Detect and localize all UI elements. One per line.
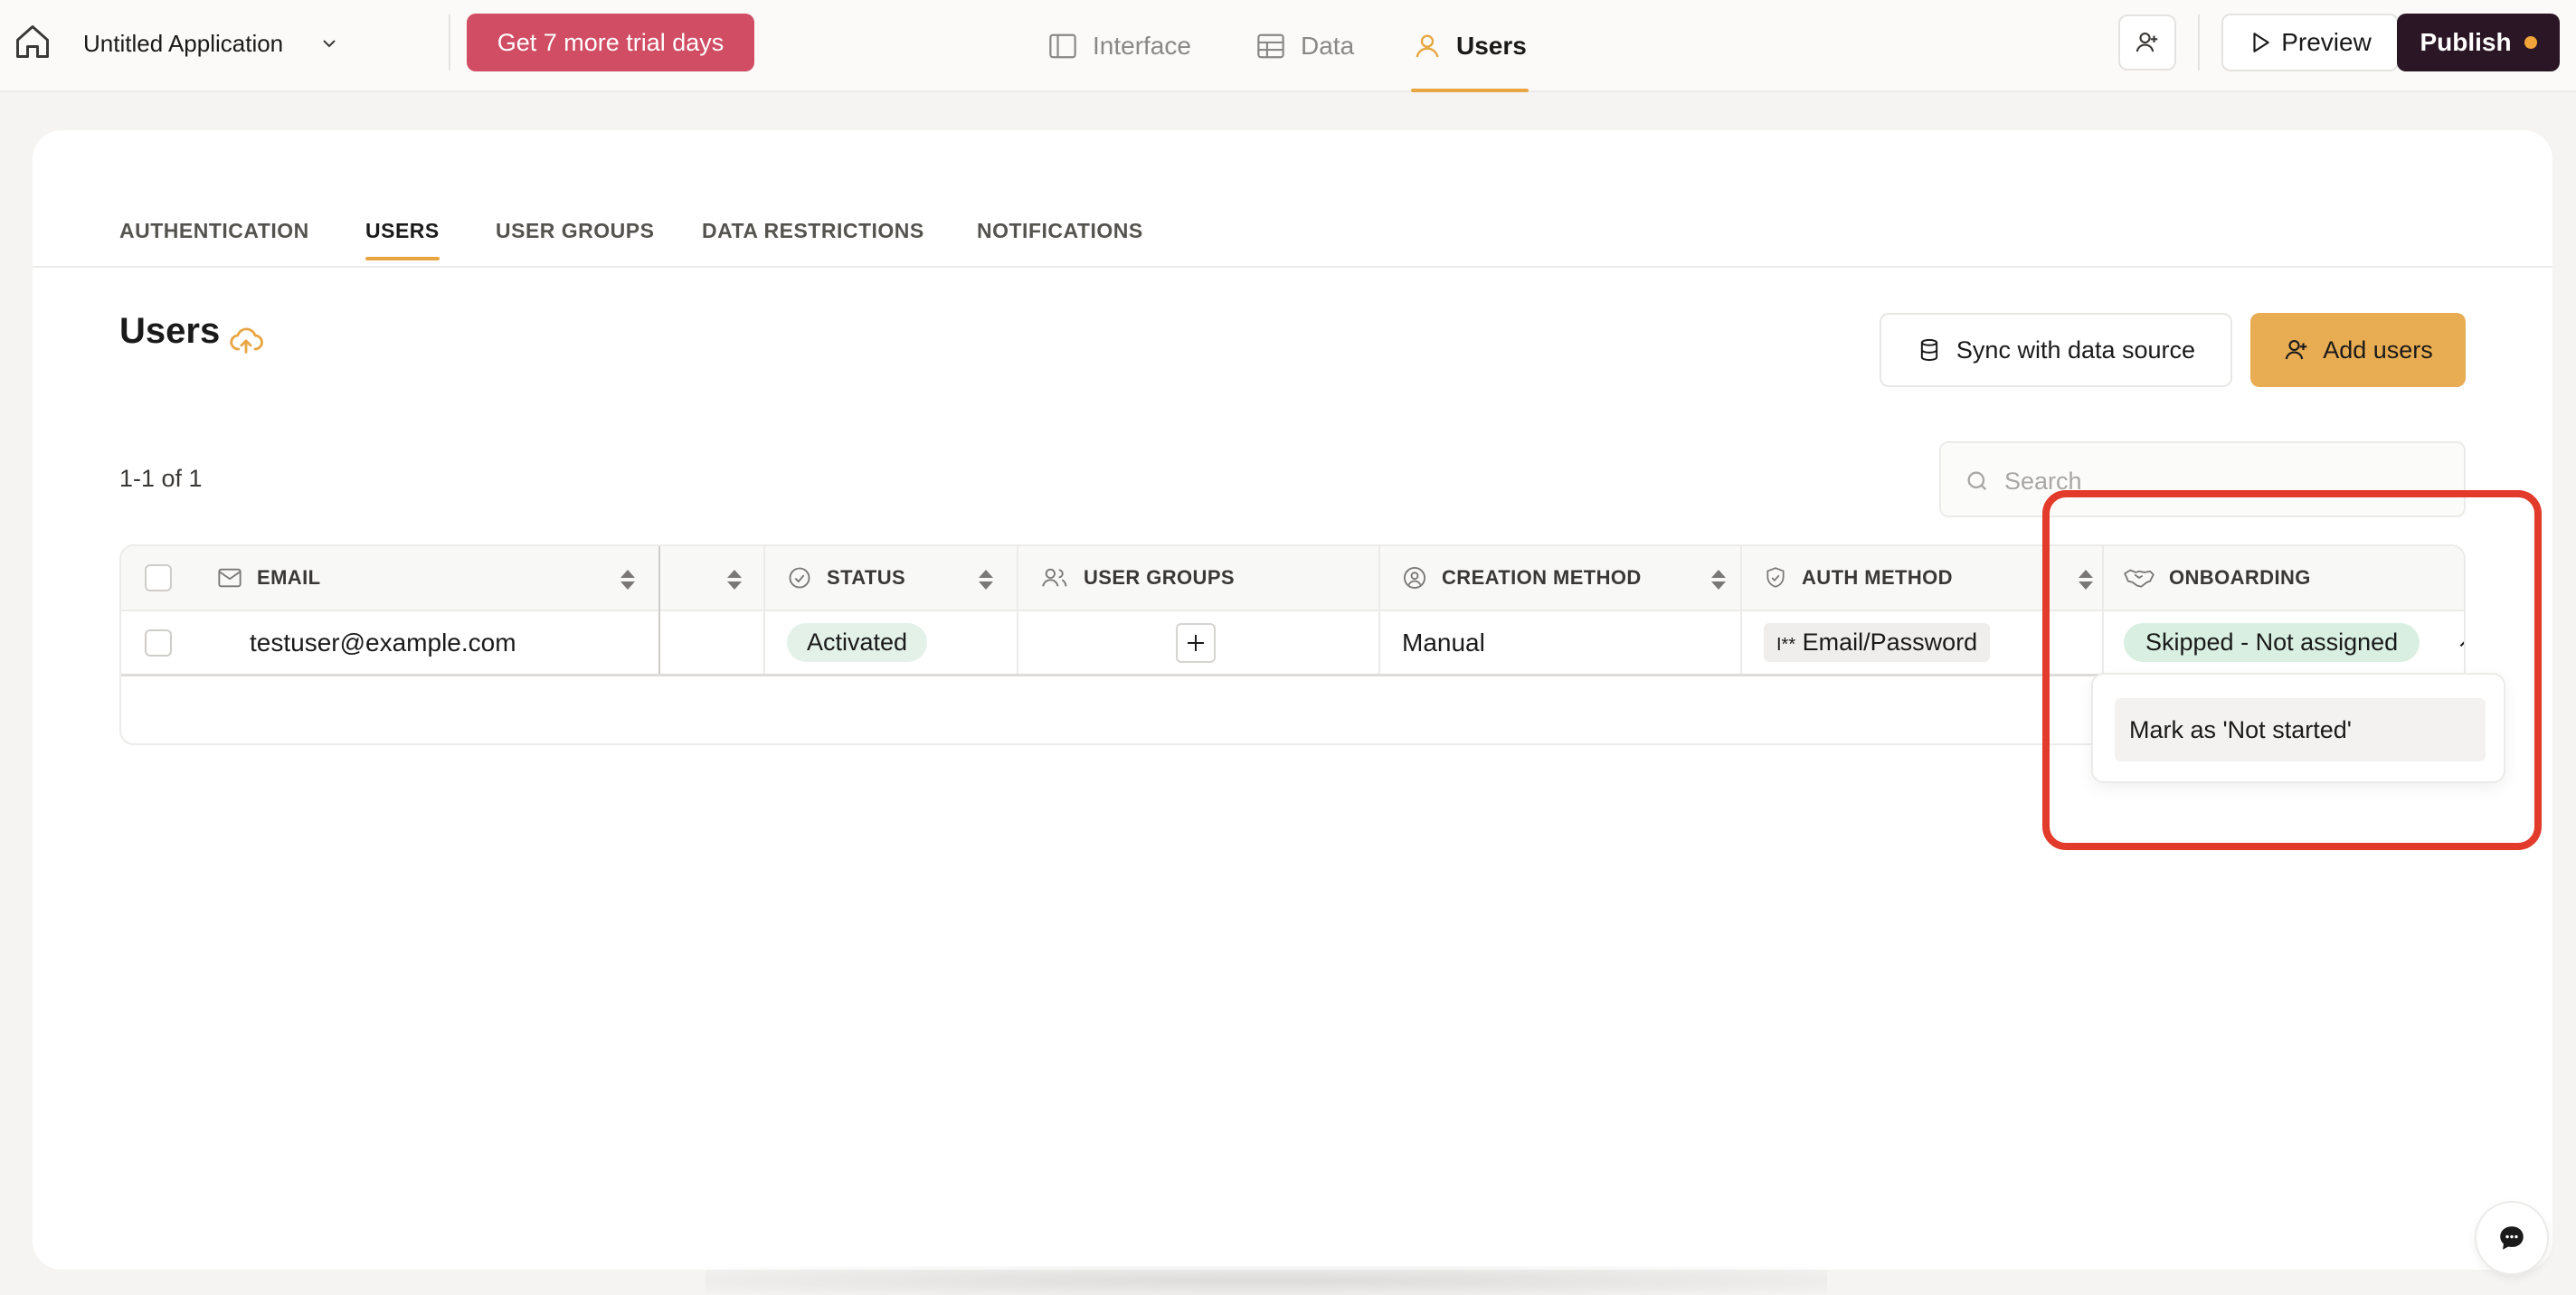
tab-notifications[interactable]: NOTIFICATIONS bbox=[977, 219, 1143, 243]
auth-method-badge: I** Email/Password bbox=[1764, 623, 1991, 662]
table-icon bbox=[1257, 33, 1284, 59]
tab-users-settings-label: USERS bbox=[365, 219, 440, 242]
column-user-groups-label: USER GROUPS bbox=[1084, 566, 1235, 589]
database-icon bbox=[1920, 338, 1938, 362]
sort-icon[interactable] bbox=[619, 568, 637, 591]
tab-interface-label: Interface bbox=[1093, 32, 1191, 60]
cloud-upload-icon bbox=[228, 322, 264, 358]
shield-icon bbox=[1766, 567, 1785, 588]
layout-icon bbox=[1049, 33, 1076, 59]
add-users-label: Add users bbox=[2323, 336, 2433, 364]
user-gear-icon bbox=[1403, 566, 1426, 590]
trial-button[interactable]: Get 7 more trial days bbox=[467, 14, 754, 71]
tab-users[interactable]: Users bbox=[1411, 0, 1529, 92]
tab-users-settings[interactable]: USERS bbox=[365, 219, 440, 260]
select-all-cell bbox=[145, 546, 172, 610]
scroll-shadow bbox=[706, 1266, 1827, 1295]
user-plus-icon bbox=[2285, 339, 2307, 360]
highlight-box bbox=[2042, 490, 2542, 850]
tab-data[interactable]: Data bbox=[1255, 0, 1354, 92]
tab-users-label: Users bbox=[1456, 32, 1527, 60]
auth-method-label: Email/Password bbox=[1802, 629, 1978, 656]
active-tab-underline bbox=[1411, 89, 1529, 92]
column-email-label: EMAIL bbox=[257, 566, 321, 589]
chat-button[interactable] bbox=[2475, 1201, 2549, 1275]
publish-button[interactable]: Publish bbox=[2397, 14, 2560, 71]
tab-interface[interactable]: Interface bbox=[1047, 0, 1191, 92]
divider bbox=[2198, 14, 2200, 71]
preview-label: Preview bbox=[2281, 28, 2372, 56]
publish-label: Publish bbox=[2420, 28, 2512, 56]
column-hidden bbox=[660, 546, 743, 610]
row-select-cell bbox=[145, 611, 172, 674]
user-groups-cell bbox=[1176, 611, 1216, 674]
page-title: Users bbox=[119, 311, 221, 351]
chevron-down-icon[interactable] bbox=[318, 33, 340, 54]
email-cell[interactable]: testuser@example.com bbox=[250, 611, 516, 674]
tab-data-restrictions[interactable]: DATA RESTRICTIONS bbox=[702, 219, 924, 243]
creation-method-cell: Manual bbox=[1402, 628, 1485, 657]
auth-method-cell: I** Email/Password bbox=[1764, 611, 1991, 674]
column-status[interactable]: STATUS bbox=[787, 546, 995, 610]
column-creation-method-label: CREATION METHOD bbox=[1442, 566, 1642, 589]
row-checkbox[interactable] bbox=[145, 629, 172, 657]
column-user-groups[interactable]: USER GROUPS bbox=[1040, 546, 1375, 610]
column-creation-method[interactable]: CREATION METHOD bbox=[1402, 546, 1728, 610]
select-all-checkbox[interactable] bbox=[145, 564, 172, 591]
preview-button[interactable]: Preview bbox=[2221, 14, 2399, 71]
sort-icon[interactable] bbox=[725, 568, 743, 591]
invite-user-button[interactable] bbox=[2118, 14, 2176, 71]
user-icon bbox=[1416, 34, 1439, 58]
active-subtab-underline bbox=[365, 257, 440, 260]
add-group-button[interactable] bbox=[1176, 622, 1216, 663]
chat-icon bbox=[2500, 1226, 2524, 1250]
password-icon: I** bbox=[1776, 635, 1796, 655]
unpublished-dot bbox=[2524, 36, 2537, 49]
column-auth-method-label: AUTH METHOD bbox=[1802, 566, 1953, 589]
mail-icon bbox=[218, 568, 242, 588]
check-badge-icon bbox=[789, 567, 810, 589]
tab-authentication[interactable]: AUTHENTICATION bbox=[119, 219, 309, 243]
settings-tabs: AUTHENTICATION USERS USER GROUPS DATA RE… bbox=[33, 130, 2552, 268]
user-plus-icon bbox=[2136, 32, 2158, 52]
users-icon bbox=[1042, 568, 1067, 587]
app-name[interactable]: Untitled Application bbox=[83, 25, 283, 61]
column-email[interactable]: EMAIL bbox=[217, 546, 637, 610]
sort-icon[interactable] bbox=[977, 568, 995, 591]
home-icon[interactable] bbox=[13, 22, 56, 65]
add-users-button[interactable]: Add users bbox=[2250, 313, 2466, 387]
plus-icon bbox=[1188, 634, 1204, 651]
divider bbox=[449, 14, 450, 71]
result-count: 1-1 of 1 bbox=[119, 465, 203, 492]
status-cell: Activated bbox=[787, 611, 928, 674]
status-badge: Activated bbox=[787, 623, 928, 662]
top-bar: Untitled Application Get 7 more trial da… bbox=[0, 0, 2576, 92]
column-status-label: STATUS bbox=[827, 566, 906, 589]
sync-label: Sync with data source bbox=[1956, 336, 2196, 364]
play-icon bbox=[2253, 33, 2269, 52]
tab-data-label: Data bbox=[1301, 32, 1355, 60]
search-icon bbox=[1967, 471, 1987, 491]
sort-icon[interactable] bbox=[1709, 568, 1728, 591]
sync-button[interactable]: Sync with data source bbox=[1880, 313, 2232, 387]
tab-user-groups[interactable]: USER GROUPS bbox=[496, 219, 654, 243]
